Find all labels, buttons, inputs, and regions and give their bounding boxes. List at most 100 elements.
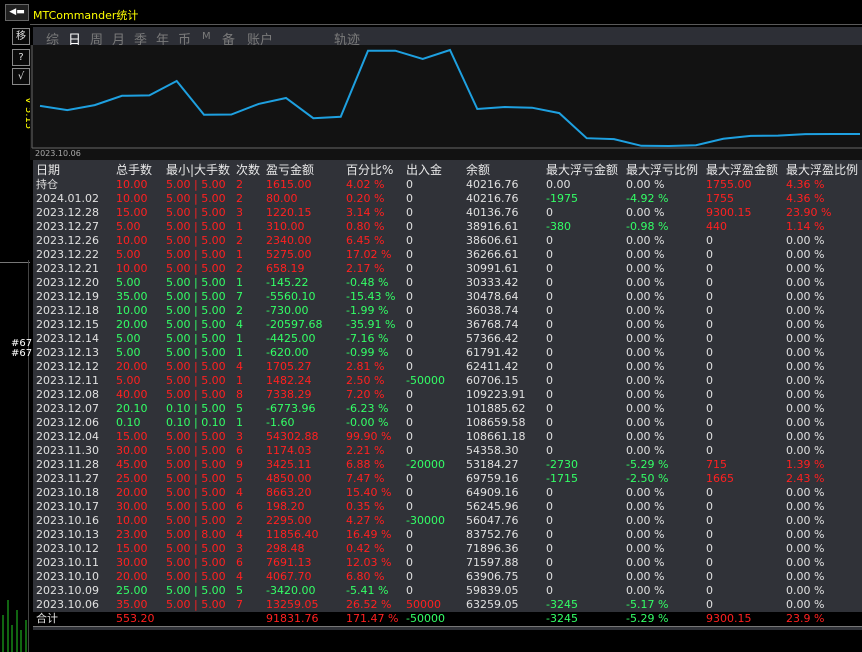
table-cell: -5.41 % bbox=[346, 584, 389, 597]
equity-start-date: 2023.10.06 bbox=[35, 149, 81, 158]
table-cell: 0.00 % bbox=[786, 332, 825, 345]
tab-7[interactable]: M bbox=[202, 31, 211, 42]
table-cell: 2 bbox=[236, 304, 243, 317]
table-cell: 0 bbox=[406, 276, 413, 289]
table-cell: 2023.12.11 bbox=[36, 374, 99, 387]
table-cell: 6.88 % bbox=[346, 458, 385, 471]
table-cell: 26.52 % bbox=[346, 598, 392, 611]
table-cell: -380 bbox=[546, 220, 571, 233]
table-cell: 0 bbox=[706, 346, 713, 359]
table-cell: 2023.11.27 bbox=[36, 472, 99, 485]
table-cell: 60706.15 bbox=[466, 374, 519, 387]
table-cell: 5.00 | 5.00 bbox=[166, 276, 226, 289]
table-cell: 5.00 | 5.00 bbox=[166, 444, 226, 457]
table-cell: 0 bbox=[706, 528, 713, 541]
table-cell: 5.00 | 5.00 bbox=[166, 584, 226, 597]
table-cell: 0 bbox=[706, 542, 713, 555]
table-cell: -30000 bbox=[406, 514, 445, 527]
table-cell: 5.00 bbox=[116, 276, 141, 289]
table-row: 2023.12.21 10.00 5.00 | 5.00 2 658.19 2.17 % 0… bbox=[33, 262, 862, 276]
table-cell: 5 bbox=[236, 402, 243, 415]
table-cell: 0 bbox=[406, 178, 413, 191]
table-cell: 0.00 % bbox=[786, 598, 825, 611]
table-cell: 2023.10.06 bbox=[36, 598, 99, 611]
table-row: 2023.10.06 35.00 5.00 | 5.00 7 13259.05 26.52… bbox=[33, 598, 862, 612]
table-cell: 2340.00 bbox=[266, 234, 312, 247]
table-cell: 12.03 % bbox=[346, 556, 392, 569]
table-cell: 5 bbox=[236, 472, 243, 485]
table-cell: 0 bbox=[546, 514, 553, 527]
table-cell: 6.45 % bbox=[346, 234, 385, 247]
table-cell: 0.00 % bbox=[626, 528, 665, 541]
table-cell: 0 bbox=[706, 388, 713, 401]
window-menu-button[interactable]: ◀▬ bbox=[5, 4, 29, 21]
table-cell: 3.14 % bbox=[346, 206, 385, 219]
table-cell: 198.20 bbox=[266, 500, 305, 513]
equity-curve-chart: 2023.10.06 bbox=[30, 45, 862, 160]
table-cell: 0.10 bbox=[116, 416, 141, 429]
table-cell: 0 bbox=[546, 290, 553, 303]
table-row: 2023.11.27 25.00 5.00 | 5.00 5 4850.00 7.47 %… bbox=[33, 472, 862, 486]
table-header: 日期 总手数 最小|大手数 次数 盈亏金额 百分比% 出入金 余额 最大浮亏金额 最大浮亏比例 最大… bbox=[33, 163, 862, 177]
table-cell: 0.00 % bbox=[626, 262, 665, 275]
table-cell: 0.00 % bbox=[626, 486, 665, 499]
table-cell: 83752.76 bbox=[466, 528, 519, 541]
table-cell: 30478.64 bbox=[466, 290, 519, 303]
table-cell: 0 bbox=[406, 304, 413, 317]
table-cell: 4 bbox=[236, 318, 243, 331]
table-cell: 0 bbox=[546, 570, 553, 583]
table-cell: 0 bbox=[406, 290, 413, 303]
table-cell: 2023.10.13 bbox=[36, 528, 99, 541]
table-cell: 57366.42 bbox=[466, 332, 519, 345]
check-button[interactable]: √ bbox=[12, 68, 30, 85]
table-cell: 5.00 | 5.00 bbox=[166, 234, 226, 247]
table-cell: 2023.12.14 bbox=[36, 332, 99, 345]
table-row: 2023.10.12 15.00 5.00 | 5.00 3 298.48 0.42 % 0… bbox=[33, 542, 862, 556]
table-cell: -0.48 % bbox=[346, 276, 389, 289]
table-cell: 0.00 % bbox=[626, 500, 665, 513]
table-cell: 2023.12.18 bbox=[36, 304, 99, 317]
table-cell: 0 bbox=[406, 430, 413, 443]
table-cell: 7.20 % bbox=[346, 388, 385, 401]
table-row: 2024.01.02 10.00 5.00 | 5.00 2 80.00 0.20 % 0 4… bbox=[33, 192, 862, 206]
table-cell: -35.91 % bbox=[346, 318, 396, 331]
table-cell: -6773.96 bbox=[266, 402, 316, 415]
table-cell: 0 bbox=[546, 206, 553, 219]
table-cell: 2023.11.30 bbox=[36, 444, 99, 457]
total-separator bbox=[33, 626, 862, 627]
table-cell: 54302.88 bbox=[266, 430, 319, 443]
table-cell: -0.98 % bbox=[626, 220, 669, 233]
table-cell: 30.00 bbox=[116, 500, 148, 513]
table-cell: 0 bbox=[406, 234, 413, 247]
table-cell: 5.00 | 5.00 bbox=[166, 556, 226, 569]
table-cell: 0 bbox=[706, 570, 713, 583]
table-cell: 30333.42 bbox=[466, 276, 519, 289]
table-cell: -1975 bbox=[546, 192, 578, 205]
help-button[interactable]: ? bbox=[12, 49, 30, 66]
table-cell: 0 bbox=[706, 304, 713, 317]
table-cell: 1 bbox=[236, 248, 243, 261]
table-cell: 4.27 % bbox=[346, 514, 385, 527]
table-cell: 0 bbox=[546, 234, 553, 247]
table-cell: 0.00 % bbox=[786, 444, 825, 457]
move-button[interactable]: 移 bbox=[12, 28, 30, 45]
table-cell: 0 bbox=[706, 444, 713, 457]
table-cell: 0.00 % bbox=[626, 570, 665, 583]
table-cell: 0.00 % bbox=[626, 276, 665, 289]
table-cell: 5.00 | 5.00 bbox=[166, 220, 226, 233]
table-row: 2023.12.04 15.00 5.00 | 5.00 3 54302.88 99.90… bbox=[33, 430, 862, 444]
table-cell: 61791.42 bbox=[466, 346, 519, 359]
table-cell: 0 bbox=[406, 388, 413, 401]
table-row: 2023.10.16 10.00 5.00 | 5.00 2 2295.00 4.27 %… bbox=[33, 514, 862, 528]
table-cell: 0.00 % bbox=[786, 584, 825, 597]
table-cell: 71597.88 bbox=[466, 556, 519, 569]
column-header: 盈亏金额 bbox=[266, 163, 315, 177]
table-cell: 0 bbox=[546, 318, 553, 331]
table-cell: 0 bbox=[406, 262, 413, 275]
table-cell: 5.00 | 5.00 bbox=[166, 346, 226, 359]
table-cell: 2023.10.10 bbox=[36, 570, 99, 583]
table-cell: 20.00 bbox=[116, 360, 148, 373]
table-cell: 4 bbox=[236, 486, 243, 499]
table-row: 2023.10.18 20.00 5.00 | 5.00 4 8663.20 15.40 … bbox=[33, 486, 862, 500]
table-cell: 2 bbox=[236, 262, 243, 275]
